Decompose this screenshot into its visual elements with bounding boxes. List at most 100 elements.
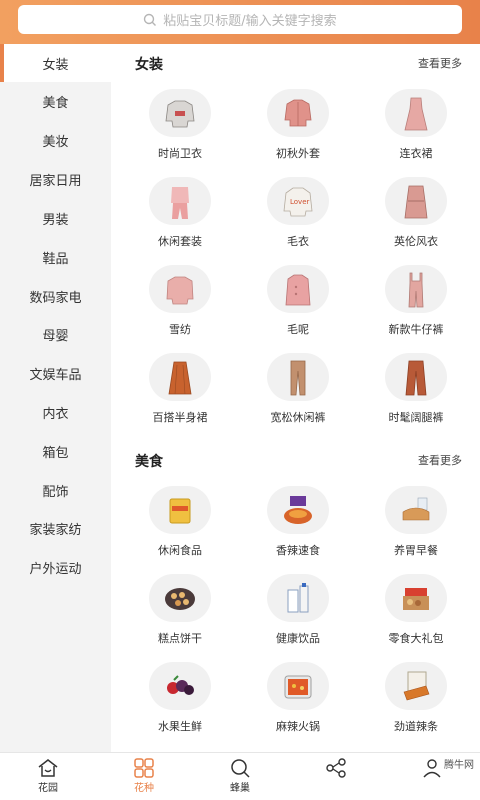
category-label: 新款牛仔裤 bbox=[388, 323, 444, 336]
category-tile[interactable]: 毛呢 bbox=[248, 265, 348, 337]
sidebar-item-bags[interactable]: 箱包 bbox=[0, 432, 111, 470]
view-more-link[interactable]: 查看更多 bbox=[418, 55, 462, 71]
cookies-icon bbox=[149, 574, 211, 622]
category-tile[interactable]: 香辣速食 bbox=[248, 486, 348, 558]
grid-icon bbox=[96, 757, 192, 779]
category-tile[interactable]: 时尚卫衣 bbox=[130, 89, 230, 161]
sidebar-item-label: 居家日用 bbox=[29, 173, 82, 189]
bread-icon bbox=[385, 486, 447, 534]
watermark-text: 腾牛网 bbox=[444, 760, 474, 771]
category-sidebar: 女装 美食 美妆 居家日用 男装 鞋品 数码家电 母婴 文娱车品 内衣 箱包 配… bbox=[0, 44, 111, 752]
category-label: 水果生鲜 bbox=[158, 720, 202, 733]
skirt-icon bbox=[149, 353, 211, 401]
category-tile[interactable]: 糕点饼干 bbox=[130, 574, 230, 646]
jacket-icon bbox=[267, 89, 329, 137]
trench-coat-icon bbox=[385, 177, 447, 225]
sidebar-item-accessories[interactable]: 配饰 bbox=[0, 471, 111, 509]
category-tile[interactable]: 劲道辣条 bbox=[366, 662, 466, 734]
sidebar-item-outdoor[interactable]: 户外运动 bbox=[0, 548, 111, 586]
sidebar-item-beauty[interactable]: 美妆 bbox=[0, 121, 111, 159]
tab-label: 花种 bbox=[134, 783, 154, 794]
spicy-strips-icon bbox=[385, 662, 447, 710]
sidebar-item-baby[interactable]: 母婴 bbox=[0, 315, 111, 353]
sidebar-item-womens[interactable]: 女装 bbox=[0, 44, 111, 82]
sidebar-item-mens[interactable]: 男装 bbox=[0, 199, 111, 237]
category-label: 宽松休闲裤 bbox=[270, 411, 326, 424]
category-label: 英伦风衣 bbox=[394, 235, 438, 248]
tab-label: 花园 bbox=[38, 783, 58, 794]
category-label: 零食大礼包 bbox=[388, 632, 444, 645]
view-more-link[interactable]: 查看更多 bbox=[418, 452, 462, 468]
category-tile[interactable]: 初秋外套 bbox=[248, 89, 348, 161]
casual-set-icon bbox=[149, 177, 211, 225]
search-input[interactable]: 粘贴宝贝标题/输入关键字搜索 bbox=[18, 5, 462, 34]
hotpot-icon bbox=[267, 662, 329, 710]
category-tile[interactable]: 百搭半身裙 bbox=[130, 353, 230, 425]
category-tile[interactable]: 新款牛仔裤 bbox=[366, 265, 466, 337]
category-tile[interactable]: 零食大礼包 bbox=[366, 574, 466, 646]
sidebar-item-electronics[interactable]: 数码家电 bbox=[0, 277, 111, 315]
wide-pants-icon bbox=[385, 353, 447, 401]
category-tile[interactable]: 雪纺 bbox=[130, 265, 230, 337]
tab-hive[interactable]: 蜂巢 bbox=[192, 757, 288, 794]
category-tile[interactable]: Lover 毛衣 bbox=[248, 177, 348, 249]
category-label: 毛衣 bbox=[287, 235, 309, 248]
category-tile[interactable]: 水果生鲜 bbox=[130, 662, 230, 734]
tab-garden[interactable]: 花园 bbox=[0, 757, 96, 794]
sweatshirt-icon bbox=[149, 89, 211, 137]
category-tile[interactable]: 休闲套装 bbox=[130, 177, 230, 249]
drink-bottle-icon bbox=[267, 574, 329, 622]
search-icon bbox=[144, 13, 157, 26]
sidebar-item-label: 美妆 bbox=[42, 134, 69, 150]
section-title: 美食 bbox=[135, 454, 163, 470]
snack-bag-icon bbox=[149, 486, 211, 534]
chiffon-top-icon bbox=[149, 265, 211, 313]
share-icon bbox=[288, 757, 384, 779]
category-tile[interactable]: 麻辣火锅 bbox=[248, 662, 348, 734]
category-label: 初秋外套 bbox=[276, 147, 320, 160]
sidebar-item-label: 配饰 bbox=[42, 484, 69, 500]
category-label: 麻辣火锅 bbox=[276, 720, 320, 733]
tab-seeds[interactable]: 花种 bbox=[96, 757, 192, 794]
search-icon bbox=[192, 757, 288, 779]
sidebar-item-home[interactable]: 居家日用 bbox=[0, 160, 111, 198]
sidebar-item-food[interactable]: 美食 bbox=[0, 82, 111, 120]
category-label: 糕点饼干 bbox=[158, 632, 202, 645]
sweater-icon: Lover bbox=[267, 177, 329, 225]
category-tile[interactable]: 英伦风衣 bbox=[366, 177, 466, 249]
svg-text:Lover: Lover bbox=[290, 198, 310, 206]
category-label: 毛呢 bbox=[287, 323, 309, 336]
spicy-food-icon bbox=[267, 486, 329, 534]
sidebar-item-label: 数码家电 bbox=[29, 290, 82, 306]
trousers-icon bbox=[267, 353, 329, 401]
category-label: 香辣速食 bbox=[276, 544, 320, 557]
sidebar-item-label: 箱包 bbox=[42, 445, 69, 461]
category-label: 百搭半身裙 bbox=[152, 411, 208, 424]
dress-icon bbox=[385, 89, 447, 137]
sidebar-item-label: 男装 bbox=[42, 212, 69, 228]
category-tile[interactable]: 宽松休闲裤 bbox=[248, 353, 348, 425]
category-label: 健康饮品 bbox=[276, 632, 320, 645]
tab-share[interactable] bbox=[288, 757, 384, 779]
category-tile[interactable]: 时髦阔腿裤 bbox=[366, 353, 466, 425]
category-label: 休闲套装 bbox=[158, 235, 202, 248]
sidebar-item-underwear[interactable]: 内衣 bbox=[0, 393, 111, 431]
sidebar-item-label: 户外运动 bbox=[29, 561, 82, 577]
category-tile[interactable]: 连衣裙 bbox=[366, 89, 466, 161]
wool-coat-icon bbox=[267, 265, 329, 313]
category-label: 休闲食品 bbox=[158, 544, 202, 557]
category-tile[interactable]: 养胃早餐 bbox=[366, 486, 466, 558]
sidebar-item-entertainment[interactable]: 文娱车品 bbox=[0, 354, 111, 392]
category-tile[interactable]: 休闲食品 bbox=[130, 486, 230, 558]
sidebar-item-shoes[interactable]: 鞋品 bbox=[0, 238, 111, 276]
category-label: 劲道辣条 bbox=[394, 720, 438, 733]
category-content: 女装 查看更多 时尚卫衣 初秋外套 连衣裙 休闲套装 Lover 毛衣 英伦风衣… bbox=[111, 44, 480, 752]
header-bar: 粘贴宝贝标题/输入关键字搜索 bbox=[0, 0, 480, 44]
bottom-tab-bar: 花园 花种 蜂巢 bbox=[0, 752, 480, 800]
category-tile[interactable]: 健康饮品 bbox=[248, 574, 348, 646]
gift-box-icon bbox=[385, 574, 447, 622]
sidebar-item-home-textile[interactable]: 家装家纺 bbox=[0, 509, 111, 547]
fruit-icon bbox=[149, 662, 211, 710]
tab-label: 蜂巢 bbox=[230, 783, 250, 794]
overalls-icon bbox=[385, 265, 447, 313]
